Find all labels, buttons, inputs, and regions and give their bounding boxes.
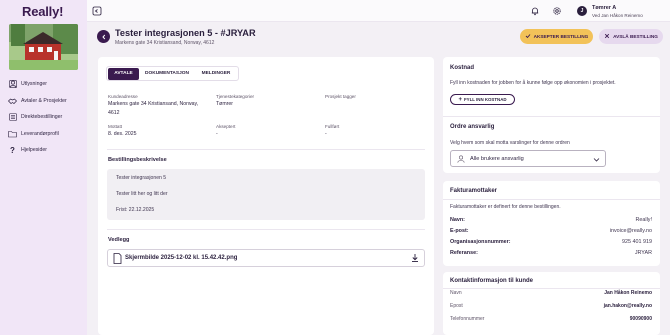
- contact-key: Telefonnummer: [450, 316, 485, 322]
- top-bar: J Tømrer A Ved Jan Håkon Reinemo: [87, 0, 670, 22]
- folder-icon: [8, 129, 17, 138]
- customer-address-line2: 4612: [108, 109, 120, 116]
- attachments-title: Vedlegg: [108, 237, 130, 243]
- description-line: Tester litt her og litt der: [116, 191, 168, 197]
- responsible-text: Velg hvem som skal motta varslinger for …: [450, 140, 570, 146]
- description-line: Frist: 22.12.2025: [116, 207, 155, 213]
- tab-meldinger[interactable]: MELDINGER: [195, 68, 237, 80]
- divider: [443, 288, 660, 289]
- bell-icon[interactable]: [530, 6, 540, 16]
- user-name: Tømrer A: [592, 5, 617, 11]
- service-categories-label: Tjenestekategorier: [216, 94, 255, 99]
- download-icon[interactable]: [410, 253, 420, 263]
- user-subtitle: Ved Jan Håkon Reinemo: [592, 12, 643, 18]
- responsible-select-value: Alle brukere ansvarlig: [470, 156, 524, 162]
- tab-avtale[interactable]: AVTALE: [108, 67, 139, 80]
- chevron-left-icon: [101, 34, 105, 39]
- cost-card: Kostnad Fyll inn kostnaden for jobben fo…: [443, 57, 660, 173]
- accepted-value: -: [216, 131, 218, 137]
- sidebar-item-direktebestillinger[interactable]: Direktebestillinger: [8, 109, 83, 126]
- sidebar-item-label: Avtaler & Prosjekter: [21, 97, 67, 104]
- divider: [107, 149, 425, 150]
- invoice-text: Fakturamottaker er definert for denne be…: [450, 204, 561, 210]
- sidebar-item-label: Hjelpesider: [21, 147, 47, 154]
- help-icon: ?: [10, 145, 15, 155]
- attachment-item[interactable]: Skjermbilde 2025-12-02 kl. 15.42.42.png: [107, 249, 425, 267]
- project-tags-label: Prosjekt tagger: [325, 94, 356, 99]
- fill-cost-button[interactable]: + FYLL INN KOSTNAD: [450, 94, 515, 105]
- completed-value: -: [325, 131, 327, 137]
- plus-icon: +: [458, 96, 462, 103]
- customer-address-line1: Markens gate 34 Kristiansand, Norway,: [108, 101, 199, 107]
- accept-order-button[interactable]: AKSEPTER BESTILLING: [520, 29, 593, 44]
- invoice-card: Fakturamottaker Fakturamottaker er defin…: [443, 181, 660, 266]
- close-icon: [604, 33, 610, 40]
- contact-value: 90090900: [629, 316, 652, 322]
- sidebar: Really! Utlysninger Avtaler & Prosjekter…: [0, 0, 87, 335]
- invoice-value: JRYAR: [634, 250, 652, 256]
- description-box: Tester integrasjonen 5 Tester litt her o…: [107, 169, 425, 220]
- responsible-title: Ordre ansvarlig: [450, 124, 495, 130]
- sidebar-item-label: Direktebestillinger: [21, 114, 63, 121]
- sidebar-item-utlysninger[interactable]: Utlysninger: [8, 76, 83, 93]
- divider: [443, 116, 660, 117]
- tab-bar: AVTALE DOKUMENTASJON MELDINGER: [106, 66, 239, 81]
- sidebar-item-leverandorprofil[interactable]: Leverandørprofil: [8, 126, 83, 143]
- completed-label: Fullført: [325, 124, 340, 129]
- invoice-value: 925 401 919: [622, 239, 652, 245]
- gear-icon[interactable]: [552, 6, 562, 16]
- app-logo[interactable]: Really!: [22, 4, 63, 19]
- accepted-label: Akseptert: [216, 124, 236, 129]
- contact-key: Epost: [450, 303, 463, 309]
- back-button[interactable]: [97, 30, 110, 43]
- contact-value: jan.hakon@really.no: [603, 303, 652, 309]
- divider: [107, 229, 425, 230]
- invoice-title: Fakturamottaker: [450, 188, 498, 194]
- received-label: Mottatt: [108, 124, 123, 129]
- tab-dokumentasjon[interactable]: DOKUMENTASJON: [139, 68, 195, 80]
- responsible-select[interactable]: Alle brukere ansvarlig: [450, 150, 606, 167]
- invoice-value: invoice@really.no: [609, 228, 652, 234]
- cost-title: Kostnad: [450, 65, 474, 71]
- description-line: Tester integrasjonen 5: [116, 175, 167, 181]
- description-title: Bestillingsbeskrivelse: [108, 157, 167, 163]
- contact-card: Kontaktinformasjon til kunde Navn Jan Hå…: [443, 272, 660, 335]
- avatar[interactable]: J: [577, 6, 587, 16]
- customer-address-label: Kundeadresse: [108, 94, 138, 99]
- received-value: 8. des. 2025: [108, 131, 137, 137]
- fill-cost-label: FYLL INN KOSTNAD: [463, 97, 507, 102]
- invoice-key: Referanse:: [450, 250, 478, 256]
- user-icon: [8, 80, 17, 89]
- sidebar-nav: Utlysninger Avtaler & Prosjekter Direkte…: [8, 76, 83, 159]
- sidebar-item-hjelpesider[interactable]: ? Hjelpesider: [8, 142, 83, 159]
- invoice-key: Navn:: [450, 217, 465, 223]
- decline-order-button[interactable]: AVSLÅ BESTILLING: [599, 29, 663, 44]
- person-icon: [457, 155, 465, 163]
- page-title: Tester integrasjonen 5 - #JRYAR: [115, 28, 256, 38]
- cost-text: Fyll inn kostnaden for jobben for å kunn…: [450, 80, 616, 86]
- contact-value: Jan Håkon Reinemo: [604, 290, 652, 296]
- contact-key: Navn: [450, 290, 462, 296]
- invoice-value: Really!: [635, 217, 652, 223]
- attachment-file-name: Skjermbilde 2025-12-02 kl. 15.42.42.png: [125, 254, 238, 261]
- sidebar-toggle-icon[interactable]: [92, 6, 102, 16]
- page-subtitle: Markens gate 34 Kristiansand, Norway, 46…: [115, 40, 215, 46]
- order-details-card: AVTALE DOKUMENTASJON MELDINGER Kundeadre…: [98, 57, 434, 335]
- check-icon: [525, 33, 531, 40]
- accept-order-label: AKSEPTER BESTILLING: [533, 34, 589, 39]
- list-icon: [8, 113, 17, 122]
- contact-title: Kontaktinformasjon til kunde: [450, 278, 534, 284]
- invoice-key: Organisasjonsnummer:: [450, 239, 511, 245]
- handshake-icon: [8, 96, 17, 105]
- decline-order-label: AVSLÅ BESTILLING: [613, 34, 658, 39]
- file-icon: [113, 253, 122, 264]
- service-categories-value: Tømrer: [216, 101, 233, 107]
- sidebar-item-label: Leverandørprofil: [21, 130, 59, 137]
- sidebar-item-label: Utlysninger: [21, 81, 47, 88]
- property-image: [9, 24, 78, 70]
- invoice-key: E-post:: [450, 228, 469, 234]
- chevron-down-icon: [593, 156, 600, 163]
- sidebar-item-avtaler[interactable]: Avtaler & Prosjekter: [8, 93, 83, 110]
- divider: [443, 199, 660, 200]
